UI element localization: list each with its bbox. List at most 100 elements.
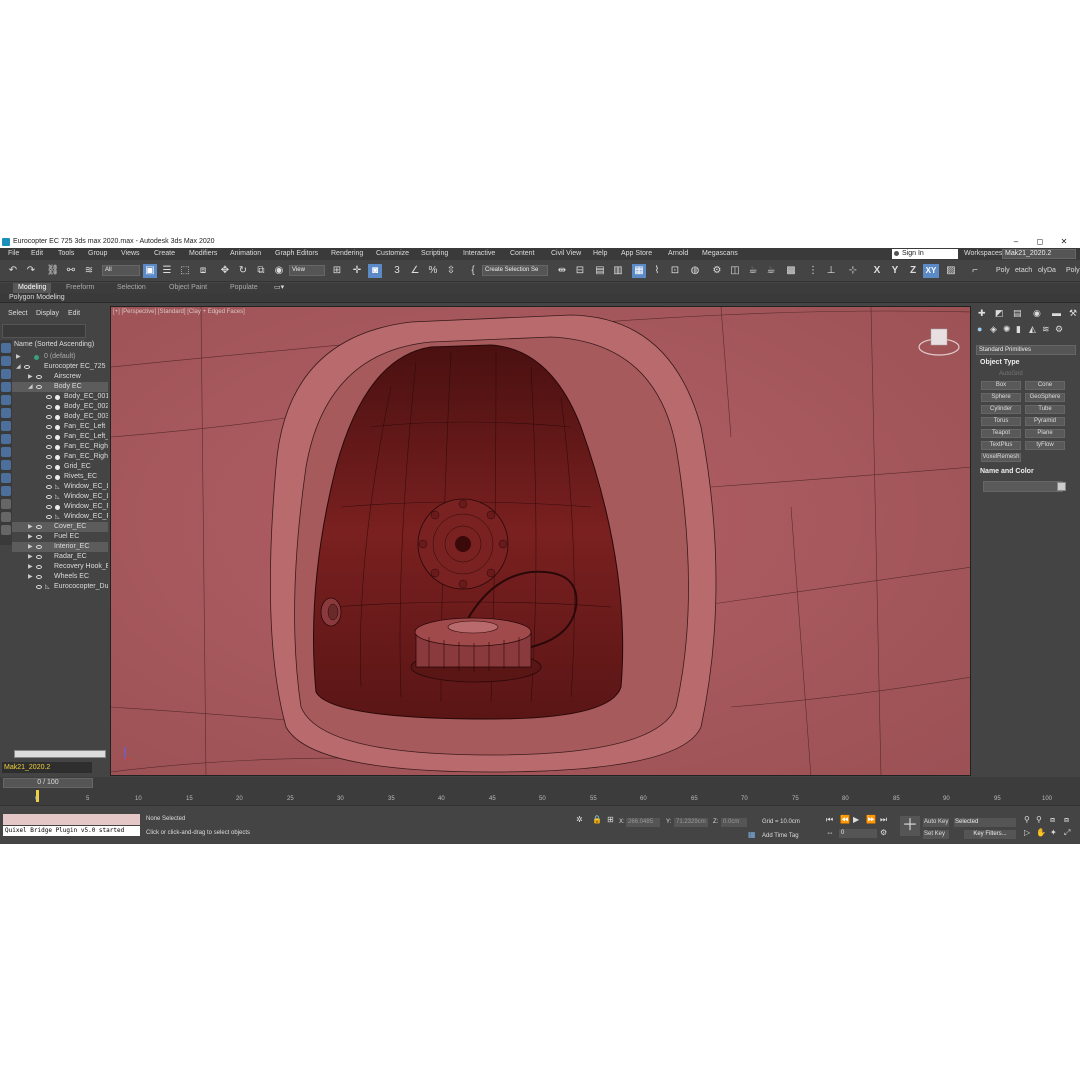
tree-row[interactable]: ▶ Wheels EC bbox=[12, 572, 108, 582]
sign-in-button[interactable]: Sign In bbox=[892, 249, 958, 259]
axis-y-button[interactable]: Y bbox=[888, 264, 902, 278]
textplus-button[interactable]: TextPlus bbox=[981, 441, 1021, 450]
tree-row[interactable]: ◺Window_EC_Rig bbox=[12, 512, 108, 522]
active-layer-select[interactable]: Mak21_2020.2 bbox=[2, 762, 92, 773]
material-editor-icon[interactable]: ◍ bbox=[688, 264, 702, 278]
menu-views[interactable]: Views bbox=[121, 248, 140, 260]
menu-rendering[interactable]: Rendering bbox=[331, 248, 363, 260]
rotate-icon[interactable]: ↻ bbox=[236, 264, 250, 278]
tree-row[interactable]: Fan_EC_Right bbox=[12, 442, 108, 452]
filter-shapes-icon[interactable] bbox=[1, 356, 11, 366]
plane-button[interactable]: Plane bbox=[1025, 429, 1065, 438]
previous-frame-icon[interactable]: ⏪ bbox=[840, 815, 850, 824]
viewport-label[interactable]: [+] [Perspective] [Standard] [Clay + Edg… bbox=[113, 309, 245, 315]
next-frame-icon[interactable]: ⏩ bbox=[866, 815, 876, 824]
mirror-icon[interactable]: ⇹ bbox=[555, 264, 569, 278]
zoom-icon[interactable]: ⚲ bbox=[1024, 815, 1030, 824]
link-icon[interactable]: ⛓ bbox=[46, 264, 60, 278]
menu-graph-editors[interactable]: Graph Editors bbox=[275, 248, 318, 260]
filter-groups-icon[interactable] bbox=[1, 421, 11, 431]
tab-display[interactable]: Display bbox=[36, 310, 59, 317]
tree-row[interactable]: ◢ Eurocopter EC_725 bbox=[12, 362, 108, 372]
create-tab-icon[interactable]: ✚ bbox=[978, 308, 986, 319]
shapes-icon[interactable]: ◈ bbox=[990, 324, 997, 335]
sphere-button[interactable]: Sphere bbox=[981, 393, 1021, 402]
ribbon-tab-modeling[interactable]: Modeling bbox=[13, 283, 52, 293]
zoom-extents-all-icon[interactable]: ⧈ bbox=[1064, 815, 1069, 825]
filter-containers-icon[interactable] bbox=[1, 460, 11, 470]
toggle-ribbon-icon[interactable]: ▦ bbox=[632, 264, 646, 278]
axis-x-button[interactable]: X bbox=[870, 264, 884, 278]
align-icon[interactable]: ⊟ bbox=[573, 264, 587, 278]
menu-create[interactable]: Create bbox=[154, 248, 175, 260]
edit-poly-icon[interactable]: ⌐ bbox=[968, 264, 982, 278]
tree-row[interactable]: Body_EC_001 bbox=[12, 392, 108, 402]
tube-button[interactable]: Tube bbox=[1025, 405, 1065, 414]
z-coordinate-field[interactable]: 0.0cm bbox=[721, 818, 747, 827]
current-frame-field[interactable]: 0 bbox=[839, 829, 877, 838]
pan-view-icon[interactable]: ✋ bbox=[1036, 828, 1046, 837]
menu-scripting[interactable]: Scripting bbox=[421, 248, 448, 260]
name-color-rollout[interactable]: Name and Color bbox=[980, 468, 1034, 475]
filter-none-icon[interactable] bbox=[1, 512, 11, 522]
menu-tools[interactable]: Tools bbox=[58, 248, 74, 260]
detach-tab[interactable]: etach bbox=[1015, 265, 1032, 277]
bind-space-warp-icon[interactable]: ≋ bbox=[82, 264, 96, 278]
tree-row[interactable]: ▶ Fuel EC bbox=[12, 532, 108, 542]
keyboard-shortcut-override-icon[interactable]: ◙ bbox=[368, 264, 382, 278]
lights-icon[interactable]: ✺ bbox=[1003, 324, 1011, 335]
edit-named-selection-icon[interactable]: { bbox=[466, 264, 480, 278]
named-selection-set-select[interactable]: Create Selection Se bbox=[482, 265, 548, 276]
object-name-input[interactable] bbox=[983, 481, 1063, 492]
scale-icon[interactable]: ⧉ bbox=[254, 264, 268, 278]
helpers-icon[interactable]: ◭ bbox=[1029, 324, 1036, 335]
tree-row[interactable]: ◢ Body EC bbox=[12, 382, 108, 392]
time-tag-icon[interactable]: ▦ bbox=[748, 830, 756, 839]
menu-interactive[interactable]: Interactive bbox=[463, 248, 495, 260]
filter-spacewarps-icon[interactable] bbox=[1, 408, 11, 418]
menu-animation[interactable]: Animation bbox=[230, 248, 261, 260]
pivot-center-icon[interactable]: ⊞ bbox=[330, 264, 344, 278]
cylinder-button[interactable]: Cylinder bbox=[981, 405, 1021, 414]
filter-hidden-icon[interactable] bbox=[1, 486, 11, 496]
snaps-toggle-icon[interactable]: 3 bbox=[390, 264, 404, 278]
unlink-icon[interactable]: ⚯ bbox=[64, 264, 78, 278]
toggle-layer-explorer-icon[interactable]: ▥ bbox=[611, 264, 625, 278]
display-tab-icon[interactable]: ▬ bbox=[1052, 308, 1061, 318]
motion-tab-icon[interactable]: ◉ bbox=[1033, 308, 1041, 319]
tree-row[interactable]: Window_EC_Rig bbox=[12, 502, 108, 512]
angle-snap-icon[interactable]: ∠ bbox=[408, 264, 422, 278]
render-in-cloud-icon[interactable]: ▩ bbox=[784, 264, 798, 278]
tree-row[interactable]: ◺Window_EC_Le bbox=[12, 482, 108, 492]
tree-row[interactable]: ▶ Airscrew bbox=[12, 372, 108, 382]
zoom-all-icon[interactable]: ⚲ bbox=[1036, 815, 1042, 824]
tree-row[interactable]: ▶ Radar_EC bbox=[12, 552, 108, 562]
align-grid-icon[interactable]: ⊥ bbox=[824, 264, 838, 278]
redo-icon[interactable]: ↷ bbox=[24, 264, 38, 278]
place-icon[interactable]: ◉ bbox=[272, 264, 286, 278]
ribbon-options-icon[interactable]: ▭▾ bbox=[274, 283, 284, 293]
cameras-icon[interactable]: ▮ bbox=[1016, 324, 1021, 335]
render-production-icon[interactable]: ☕ bbox=[746, 264, 760, 278]
menu-file[interactable]: File bbox=[8, 248, 19, 260]
time-configuration-icon[interactable]: ⚙ bbox=[880, 828, 887, 837]
primitive-category-select[interactable]: Standard Primitives bbox=[976, 345, 1076, 355]
filter-bones-icon[interactable] bbox=[1, 447, 11, 457]
menu-customize[interactable]: Customize bbox=[376, 248, 409, 260]
object-type-rollout[interactable]: Object Type bbox=[980, 359, 1020, 366]
filter-geometry-icon[interactable] bbox=[1, 343, 11, 353]
tab-edit[interactable]: Edit bbox=[68, 310, 80, 317]
tree-row[interactable]: ◺Window_EC_Le bbox=[12, 492, 108, 502]
axis-xy-button[interactable]: XY bbox=[923, 264, 939, 278]
maximize-viewport-icon[interactable]: ⤢ bbox=[1064, 828, 1070, 838]
y-coordinate-field[interactable]: 71.2329cm bbox=[674, 818, 708, 827]
object-color-swatch[interactable] bbox=[1057, 482, 1066, 491]
ribbon-tab-selection[interactable]: Selection bbox=[117, 283, 146, 293]
pyramid-button[interactable]: Pyramid bbox=[1025, 417, 1065, 426]
torus-button[interactable]: Torus bbox=[981, 417, 1021, 426]
menu-civil-view[interactable]: Civil View bbox=[551, 248, 581, 260]
grid-icon[interactable]: ⋮ bbox=[806, 264, 820, 278]
utilities-tab-icon[interactable]: ⚒ bbox=[1069, 308, 1077, 319]
undo-icon[interactable]: ↶ bbox=[6, 264, 20, 278]
render-setup-icon[interactable]: ⚙ bbox=[710, 264, 724, 278]
